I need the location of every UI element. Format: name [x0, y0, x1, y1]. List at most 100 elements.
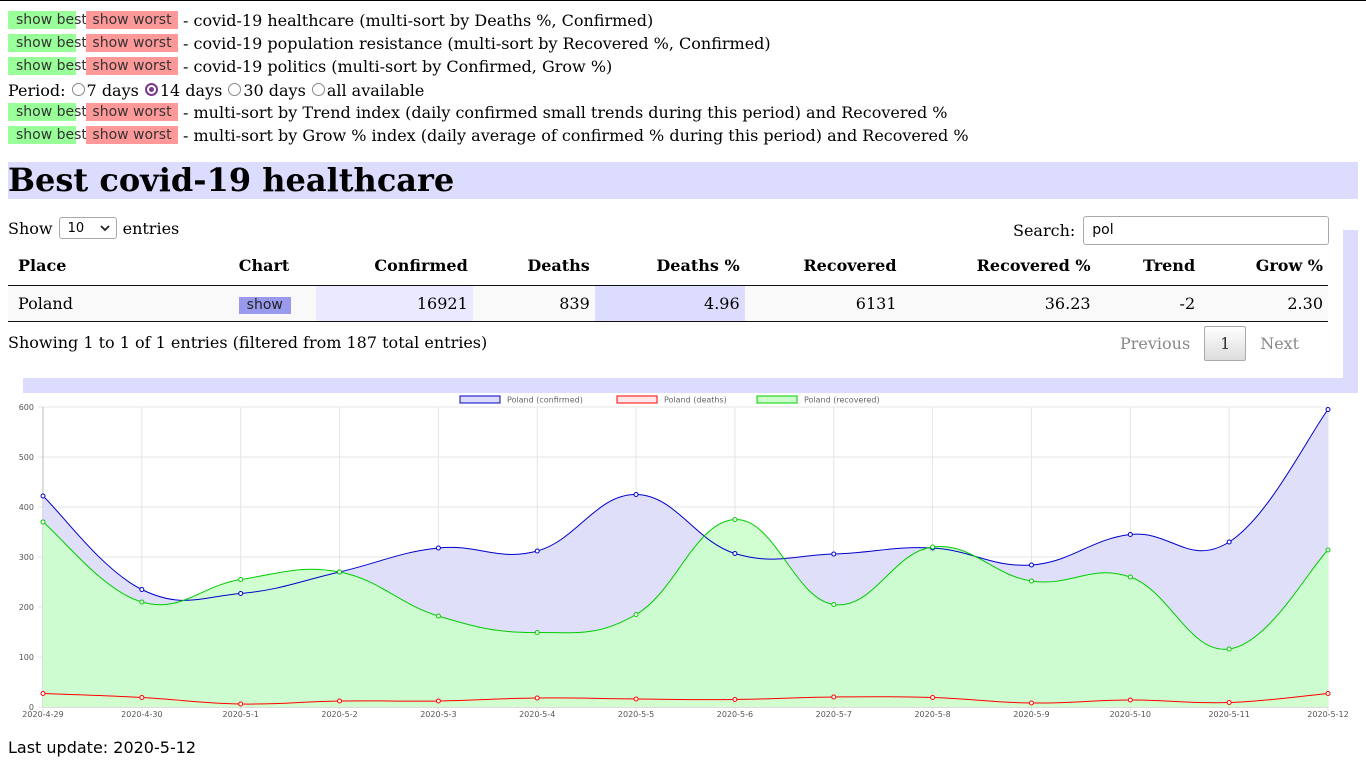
search-label: Search:: [1013, 220, 1076, 240]
x-tick-label: 2020-5-6: [717, 710, 753, 719]
data-point: [1028, 700, 1034, 706]
column-header-recovered[interactable]: Recovered: [744, 246, 902, 286]
x-tick-label: 2020-5-9: [1013, 710, 1049, 719]
chevron-down-icon: [99, 224, 110, 231]
cell-chart: show: [228, 285, 316, 322]
page-1-button[interactable]: 1: [1204, 326, 1247, 361]
search-input[interactable]: pol: [1083, 215, 1330, 245]
data-point: [435, 613, 441, 619]
show-best-button[interactable]: show best: [8, 57, 87, 75]
data-point: [732, 517, 738, 522]
table-wrapper-border: [23, 378, 1358, 393]
show-best-button[interactable]: show best: [8, 103, 87, 121]
column-header-deaths-pct[interactable]: Deaths %: [594, 246, 745, 286]
column-header-deaths[interactable]: Deaths: [472, 246, 595, 286]
data-point: [1028, 578, 1034, 584]
legend-swatch: [616, 395, 658, 404]
entries-value: 10: [67, 220, 85, 236]
nav-description: - covid-19 population resistance (multi-…: [183, 33, 771, 53]
data-point: [732, 551, 738, 556]
x-tick-label: 2020-5-5: [618, 710, 654, 719]
data-point: [534, 548, 540, 554]
period-radio-14-days[interactable]: [144, 82, 158, 96]
period-option-label: all available: [326, 80, 425, 100]
last-update: Last update: 2020-5-12: [8, 738, 197, 757]
legend-label: Poland (deaths): [664, 396, 727, 405]
nav-description: - covid-19 politics (multi-sort by Confi…: [183, 56, 613, 76]
period-option-label: 30 days: [243, 80, 306, 100]
y-tick-label: 400: [19, 503, 34, 512]
previous-page-button[interactable]: Previous: [1108, 326, 1202, 361]
data-point: [732, 697, 738, 702]
show-worst-button[interactable]: show worst: [86, 34, 178, 52]
show-best-button[interactable]: show best: [8, 126, 87, 144]
x-tick-label: 2020-5-12: [1307, 710, 1348, 719]
data-point: [1325, 407, 1331, 412]
legend-label: Poland (confirmed): [507, 396, 583, 405]
x-tick-label: 2020-5-7: [816, 710, 852, 719]
cell-deaths-pct: 4.96: [594, 285, 745, 322]
data-point: [435, 698, 441, 704]
cell-grow-pct: 2.30: [1200, 285, 1328, 322]
data-point: [1226, 646, 1232, 652]
column-header-trend[interactable]: Trend: [1095, 246, 1201, 286]
show-chart-button[interactable]: show: [238, 296, 291, 314]
nav-row-grow: show best show worst - multi-sort by Gro…: [8, 125, 969, 145]
nav-description: - covid-19 healthcare (multi-sort by Dea…: [183, 10, 654, 30]
period-radio-7-days[interactable]: [71, 82, 85, 96]
nav-row-politics: show best show worst - covid-19 politics…: [8, 56, 612, 76]
data-point: [40, 691, 46, 696]
y-tick-label: 500: [19, 453, 34, 462]
column-header-place[interactable]: Place: [8, 246, 229, 286]
period-label: Period:: [8, 80, 66, 100]
data-point: [831, 551, 837, 557]
x-tick-label: 2020-5-3: [420, 710, 456, 719]
data-point: [534, 630, 540, 635]
entries-length-control: Show 10 entries: [8, 216, 179, 240]
period-radio-30-days[interactable]: [228, 82, 242, 96]
data-point: [534, 695, 540, 701]
data-table: Place Chart Confirmed Deaths Deaths % Re…: [8, 246, 1328, 322]
y-tick-label: 600: [19, 403, 34, 412]
show-worst-button[interactable]: show worst: [86, 11, 178, 29]
x-tick-label: 2020-5-10: [1110, 710, 1151, 719]
period-radio-all[interactable]: [311, 82, 325, 96]
cell-place: Poland: [8, 285, 229, 322]
legend-label: Poland (recovered): [804, 396, 880, 405]
cell-trend: -2: [1095, 285, 1201, 322]
y-tick-label: 100: [19, 653, 34, 662]
pagination: Previous 1 Next: [1108, 326, 1311, 361]
column-header-chart: Chart: [228, 246, 316, 286]
show-best-button[interactable]: show best: [8, 11, 87, 29]
data-point: [633, 612, 639, 617]
entries-select[interactable]: 10: [58, 217, 117, 239]
cell-deaths: 839: [472, 285, 595, 322]
cell-recovered-pct: 36.23: [901, 285, 1096, 322]
data-point: [930, 695, 936, 700]
period-option-label: 14 days: [159, 80, 223, 100]
data-point: [238, 701, 244, 707]
x-tick-label: 2020-5-11: [1208, 710, 1249, 719]
show-worst-button[interactable]: show worst: [86, 57, 178, 75]
show-best-button[interactable]: show best: [8, 34, 87, 52]
entries-label: entries: [122, 218, 180, 238]
column-header-confirmed[interactable]: Confirmed: [315, 246, 473, 286]
data-point: [1127, 697, 1133, 703]
data-point: [1325, 547, 1331, 553]
next-page-button[interactable]: Next: [1248, 326, 1311, 361]
data-point: [1226, 539, 1232, 545]
data-point: [337, 569, 343, 575]
data-point: [1226, 700, 1232, 705]
data-point: [238, 591, 244, 596]
column-header-grow-pct[interactable]: Grow %: [1200, 246, 1328, 286]
data-point: [1127, 532, 1133, 537]
show-worst-button[interactable]: show worst: [86, 126, 178, 144]
show-worst-button[interactable]: show worst: [86, 103, 178, 121]
data-point: [831, 694, 837, 700]
data-point: [238, 577, 244, 582]
data-point: [633, 696, 639, 702]
cell-recovered: 6131: [744, 285, 902, 322]
column-header-recovered-pct[interactable]: Recovered %: [901, 246, 1096, 286]
data-point: [139, 695, 145, 700]
x-tick-label: 2020-5-4: [519, 710, 555, 719]
